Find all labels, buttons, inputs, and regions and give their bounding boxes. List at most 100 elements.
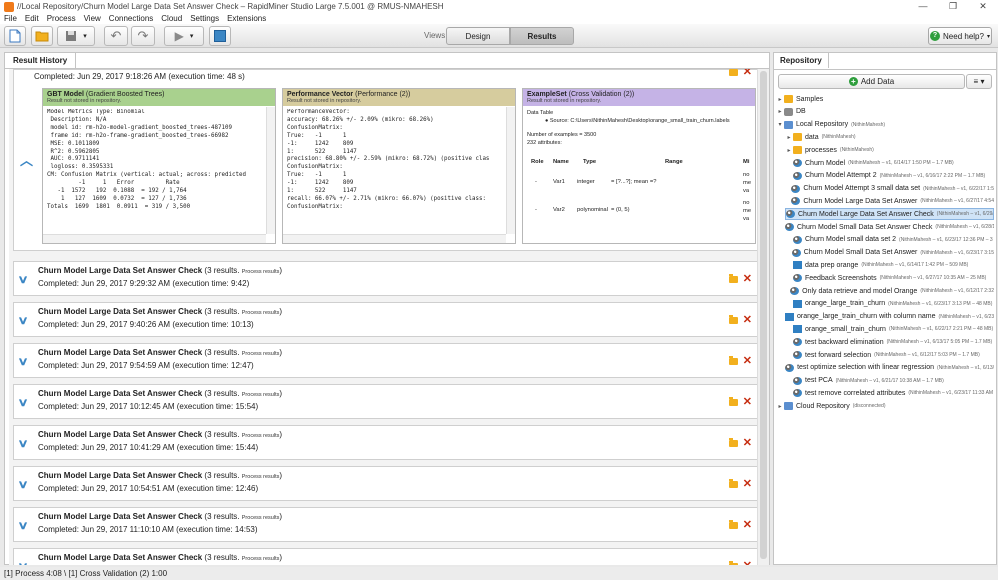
repository-tree-item[interactable]: Churn Model Small Data Set Answer Check(… [785,221,994,233]
tab-design[interactable]: Design [446,27,510,45]
tree-expander-icon[interactable]: ▾ [776,121,784,128]
delete-x-icon[interactable]: ✕ [743,479,752,490]
result-history-row[interactable]: ∨ Churn Model Large Data Set Answer Check… [13,548,757,565]
store-folder-icon[interactable] [728,479,738,488]
repository-tree-item[interactable]: Churn Model Small Data Set Answer (Nithin… [785,247,994,259]
tree-expander-icon[interactable]: ▸ [776,403,784,410]
process-results-link[interactable]: Process results [242,433,280,439]
repository-tree-item[interactable]: Churn Model small data set 2 (NithinMahes… [785,234,994,246]
store-folder-icon[interactable] [728,274,738,283]
maximize-button[interactable]: ❐ [938,0,968,13]
expand-chevron-down-icon[interactable]: ∨ [17,437,28,450]
close-window-button[interactable]: ✕ [968,0,998,13]
repository-tree-item[interactable]: data prep orange (NithinMahesh – v1, 6/14… [785,259,994,271]
new-process-button[interactable] [4,26,26,46]
delete-x-icon[interactable]: ✕ [743,69,752,78]
card-vertical-scrollbar[interactable] [506,107,515,234]
tree-expander-icon[interactable]: ▸ [776,96,784,103]
repository-tree-item[interactable]: test PCA (NithinMahesh – v1, 6/21/17 10:3… [785,375,994,387]
delete-x-icon[interactable]: ✕ [743,561,752,566]
result-history-row[interactable]: ∨ Churn Model Large Data Set Answer Check… [13,466,757,501]
process-results-link[interactable]: Process results [242,515,280,521]
delete-x-icon[interactable]: ✕ [743,397,752,408]
card-horizontal-scrollbar[interactable] [43,234,266,243]
repository-tree-item[interactable]: orange_large_train_churn with column nam… [785,311,994,323]
tab-result-history[interactable]: Result History [5,53,77,68]
delete-x-icon[interactable]: ✕ [743,274,752,285]
need-help-button[interactable]: ? Need help? ▾ [928,27,992,45]
expand-chevron-down-icon[interactable]: ∨ [17,560,28,565]
expand-chevron-down-icon[interactable]: ∨ [17,478,28,491]
store-folder-icon[interactable] [728,315,738,324]
store-folder-icon[interactable] [728,520,738,529]
result-history-row[interactable]: ∨ Churn Model Large Data Set Answer Check… [13,343,757,378]
run-dropdown-arrow-icon[interactable]: ▾ [190,32,194,40]
result-history-row[interactable]: ∨ Churn Model Large Data Set Answer Check… [13,384,757,419]
repository-tree-item[interactable]: test optimize selection with linear regr… [785,362,994,374]
repository-tree-item[interactable]: ▸ DB [776,106,994,118]
repository-tree-item[interactable]: ▾ Local Repository (NithinMahesh) [776,119,994,131]
menu-process[interactable]: Process [43,14,80,23]
repository-tree-item[interactable]: ▸ Cloud Repository (disconnected) [776,400,994,412]
process-results-link[interactable]: Process results [242,310,280,316]
tab-repository[interactable]: Repository [774,53,829,68]
repository-menu-button[interactable]: ≡ ▾ [966,74,992,89]
card-vertical-scrollbar[interactable] [266,107,275,234]
card-horizontal-scrollbar[interactable] [283,234,506,243]
repository-tree-item[interactable]: Churn Model Attempt 3 small data set (Nit… [785,183,994,195]
process-results-link[interactable]: Process results [242,474,280,480]
scrollbar-thumb[interactable] [760,71,767,559]
repository-tree-item[interactable]: test backward elimination (NithinMahesh –… [785,336,994,348]
undo-button[interactable]: ↶ [104,26,128,46]
expand-chevron-down-icon[interactable]: ∨ [17,519,28,532]
result-history-row[interactable]: ∨ Churn Model Large Data Set Answer Check… [13,261,757,296]
repository-tree-item[interactable]: orange_large_train_churn (NithinMahesh – … [785,298,994,310]
result-history-row[interactable]: ∨ Churn Model Large Data Set Answer Check… [13,302,757,337]
menu-settings[interactable]: Settings [186,14,223,23]
collapse-chevron-up-icon[interactable]: ︿ [20,150,33,169]
add-data-button[interactable]: + Add Data [778,74,965,89]
tree-expander-icon[interactable]: ▸ [785,134,793,141]
store-folder-icon[interactable] [728,561,738,565]
tab-results[interactable]: Results [510,27,574,45]
gbt-model-card[interactable]: GBT Model (Gradient Boosted Trees) Resul… [42,88,276,244]
menu-cloud[interactable]: Cloud [157,14,186,23]
stop-process-button[interactable] [209,26,231,46]
expand-chevron-down-icon[interactable]: ∨ [17,273,28,286]
tree-expander-icon[interactable]: ▸ [785,147,793,154]
repository-tree-item[interactable]: orange_small_train_churn (NithinMahesh – … [785,323,994,335]
menu-file[interactable]: File [0,14,21,23]
delete-x-icon[interactable]: ✕ [743,520,752,531]
process-results-link[interactable]: Process results [242,269,280,275]
minimize-button[interactable]: — [908,0,938,13]
repository-tree-item[interactable]: Feedback Screenshots (NithinMahesh – v1, … [785,272,994,284]
result-history-row[interactable]: ∨ Churn Model Large Data Set Answer Check… [13,425,757,460]
results-scrollbar[interactable] [757,69,769,565]
repository-tree-item[interactable]: Churn Model Large Data Set Answer Check(… [785,208,994,221]
store-folder-icon[interactable] [728,397,738,406]
process-results-link[interactable]: Process results [242,556,280,562]
store-folder-icon[interactable] [728,438,738,447]
menu-extensions[interactable]: Extensions [223,14,270,23]
save-dropdown-arrow-icon[interactable]: ▾ [83,32,87,40]
menu-view[interactable]: View [80,14,105,23]
delete-x-icon[interactable]: ✕ [743,356,752,367]
performance-vector-card[interactable]: Performance Vector (Performance (2)) Res… [282,88,516,244]
menu-connections[interactable]: Connections [105,14,157,23]
menu-edit[interactable]: Edit [21,14,43,23]
process-results-link[interactable]: Process results [242,351,280,357]
redo-button[interactable]: ↷ [131,26,155,46]
save-process-button[interactable]: ▾ [57,26,95,46]
process-results-link[interactable]: Process results [242,392,280,398]
delete-x-icon[interactable]: ✕ [743,438,752,449]
run-process-button[interactable]: ▶ ▾ [164,26,204,46]
repository-tree-item[interactable]: test forward selection (NithinMahesh – v1… [785,349,994,361]
exampleset-card[interactable]: ExampleSet (Cross Validation (2)) Result… [522,88,756,244]
tree-expander-icon[interactable]: ▸ [776,108,784,115]
repository-tree-item[interactable]: test remove correlated attributes (Nithin… [785,387,994,399]
repository-tree-item[interactable]: ▸ processes (NithinMahesh) [785,144,994,156]
expand-chevron-down-icon[interactable]: ∨ [17,355,28,368]
repository-tree-item[interactable]: ▸ Samples [776,93,994,105]
repository-tree-item[interactable]: ▸ data (NithinMahesh) [785,131,994,143]
repository-tree-item[interactable]: Churn Model (NithinMahesh – v1, 6/14/17 1… [785,157,994,169]
